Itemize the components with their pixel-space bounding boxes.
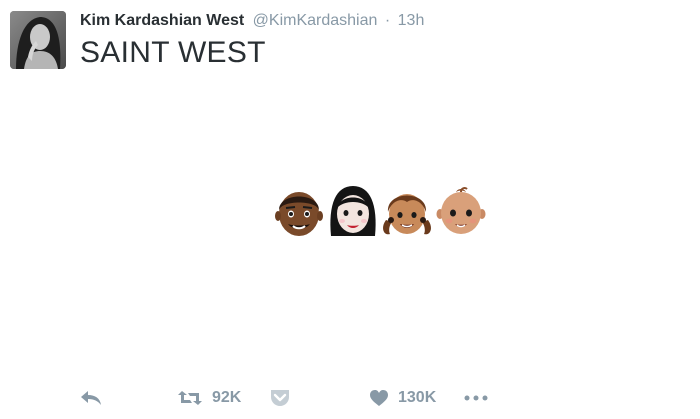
tweet-actions: 92K 130K xyxy=(0,383,700,413)
retweet-icon xyxy=(178,391,202,405)
pocket-button[interactable] xyxy=(270,383,290,413)
separator-dot: · xyxy=(384,12,391,29)
reply-button[interactable] xyxy=(80,383,102,413)
tweet-text: SAINT WEST xyxy=(80,36,266,69)
pocket-icon xyxy=(271,390,289,406)
girl-emoji-icon xyxy=(383,194,431,235)
woman-emoji-icon xyxy=(330,186,376,236)
like-count: 130K xyxy=(398,389,437,406)
man-emoji-icon xyxy=(275,192,323,236)
like-button[interactable]: 130K xyxy=(370,383,436,413)
avatar-image xyxy=(10,11,66,69)
tweet-timestamp[interactable]: 13h xyxy=(398,12,425,29)
tweet-header: Kim Kardashian West @KimKardashian · 13h xyxy=(80,12,424,30)
more-icon xyxy=(464,395,488,401)
baby-emoji-icon xyxy=(436,187,486,234)
avatar[interactable] xyxy=(10,11,66,69)
author-name[interactable]: Kim Kardashian West xyxy=(80,12,244,29)
heart-icon xyxy=(370,390,388,406)
retweet-count: 92K xyxy=(212,389,242,406)
tweet: Kim Kardashian West @KimKardashian · 13h… xyxy=(0,0,700,419)
retweet-button[interactable]: 92K xyxy=(178,383,241,413)
reply-icon xyxy=(81,391,101,405)
more-button[interactable] xyxy=(464,383,488,413)
author-handle[interactable]: @KimKardashian xyxy=(253,12,378,29)
